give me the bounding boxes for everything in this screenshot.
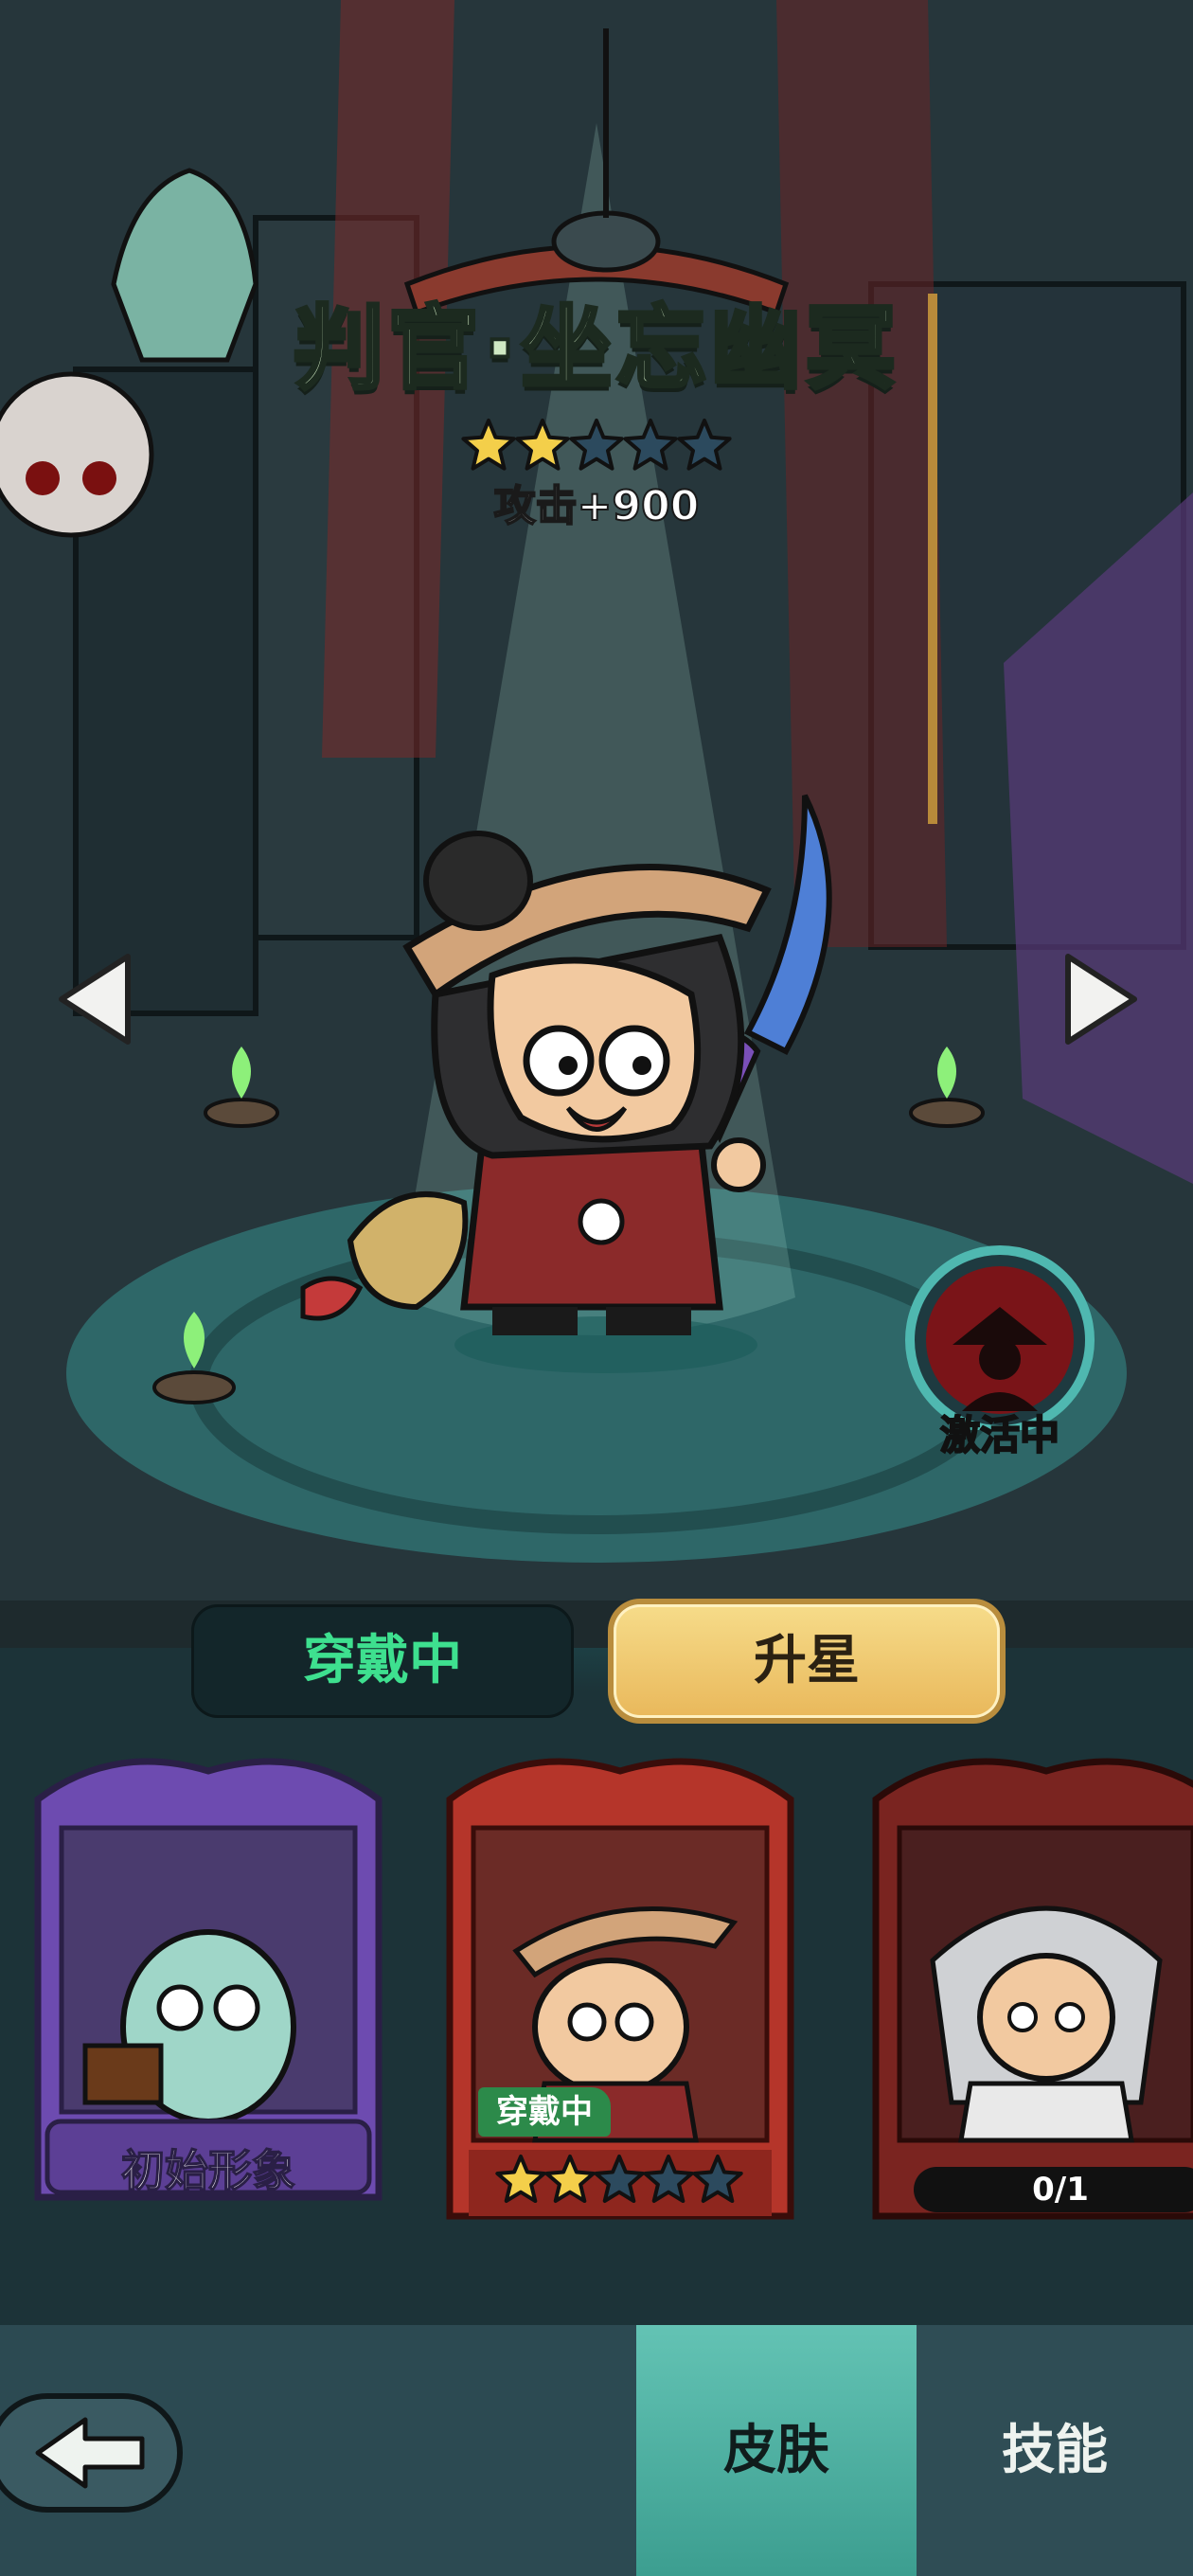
star-rating xyxy=(461,419,732,471)
card-frame xyxy=(446,1758,794,2220)
back-icon[interactable] xyxy=(0,2382,191,2524)
skin-card-selected[interactable]: 穿戴中 xyxy=(431,1743,810,2235)
tab-skill[interactable]: 技能 xyxy=(917,2325,1193,2576)
arrow-right-icon[interactable] xyxy=(1059,947,1144,1051)
skin-card-default[interactable]: 初始形象 xyxy=(19,1743,398,2235)
arrow-left-icon[interactable] xyxy=(52,947,137,1051)
star-icon xyxy=(569,419,624,471)
active-label: 激活中 xyxy=(939,1411,1060,1459)
silhouette-icon xyxy=(905,1245,1095,1435)
skin-card-list: 初始形象 穿戴中 0/1 xyxy=(0,1743,1193,2254)
wearing-button[interactable]: 穿戴中 xyxy=(191,1604,574,1718)
star-icon xyxy=(461,419,516,471)
upgrade-star-button[interactable]: 升星 xyxy=(614,1604,1000,1718)
card-frame xyxy=(872,1758,1193,2220)
tab-skin[interactable]: 皮肤 xyxy=(636,2325,917,2576)
star-icon xyxy=(623,419,678,471)
star-icon xyxy=(515,419,570,471)
active-status-badge: 激活中 xyxy=(896,1241,1104,1468)
hero-character xyxy=(300,794,832,1373)
unlock-progress: 0/1 xyxy=(914,2167,1193,2212)
game-screen: 判官·坐忘幽冥 攻击+900 激活中 穿戴中 升星 初始形象 穿戴中 0/1 皮… xyxy=(0,0,1193,2576)
skin-card-label: 初始形象 xyxy=(120,2144,296,2197)
skin-title: 判官·坐忘幽冥 xyxy=(292,294,900,403)
wearing-tag: 穿戴中 xyxy=(478,2087,611,2137)
star-icon xyxy=(677,419,732,471)
attack-bonus: 攻击+900 xyxy=(493,481,701,531)
skin-card-locked[interactable]: 0/1 xyxy=(857,1743,1193,2235)
